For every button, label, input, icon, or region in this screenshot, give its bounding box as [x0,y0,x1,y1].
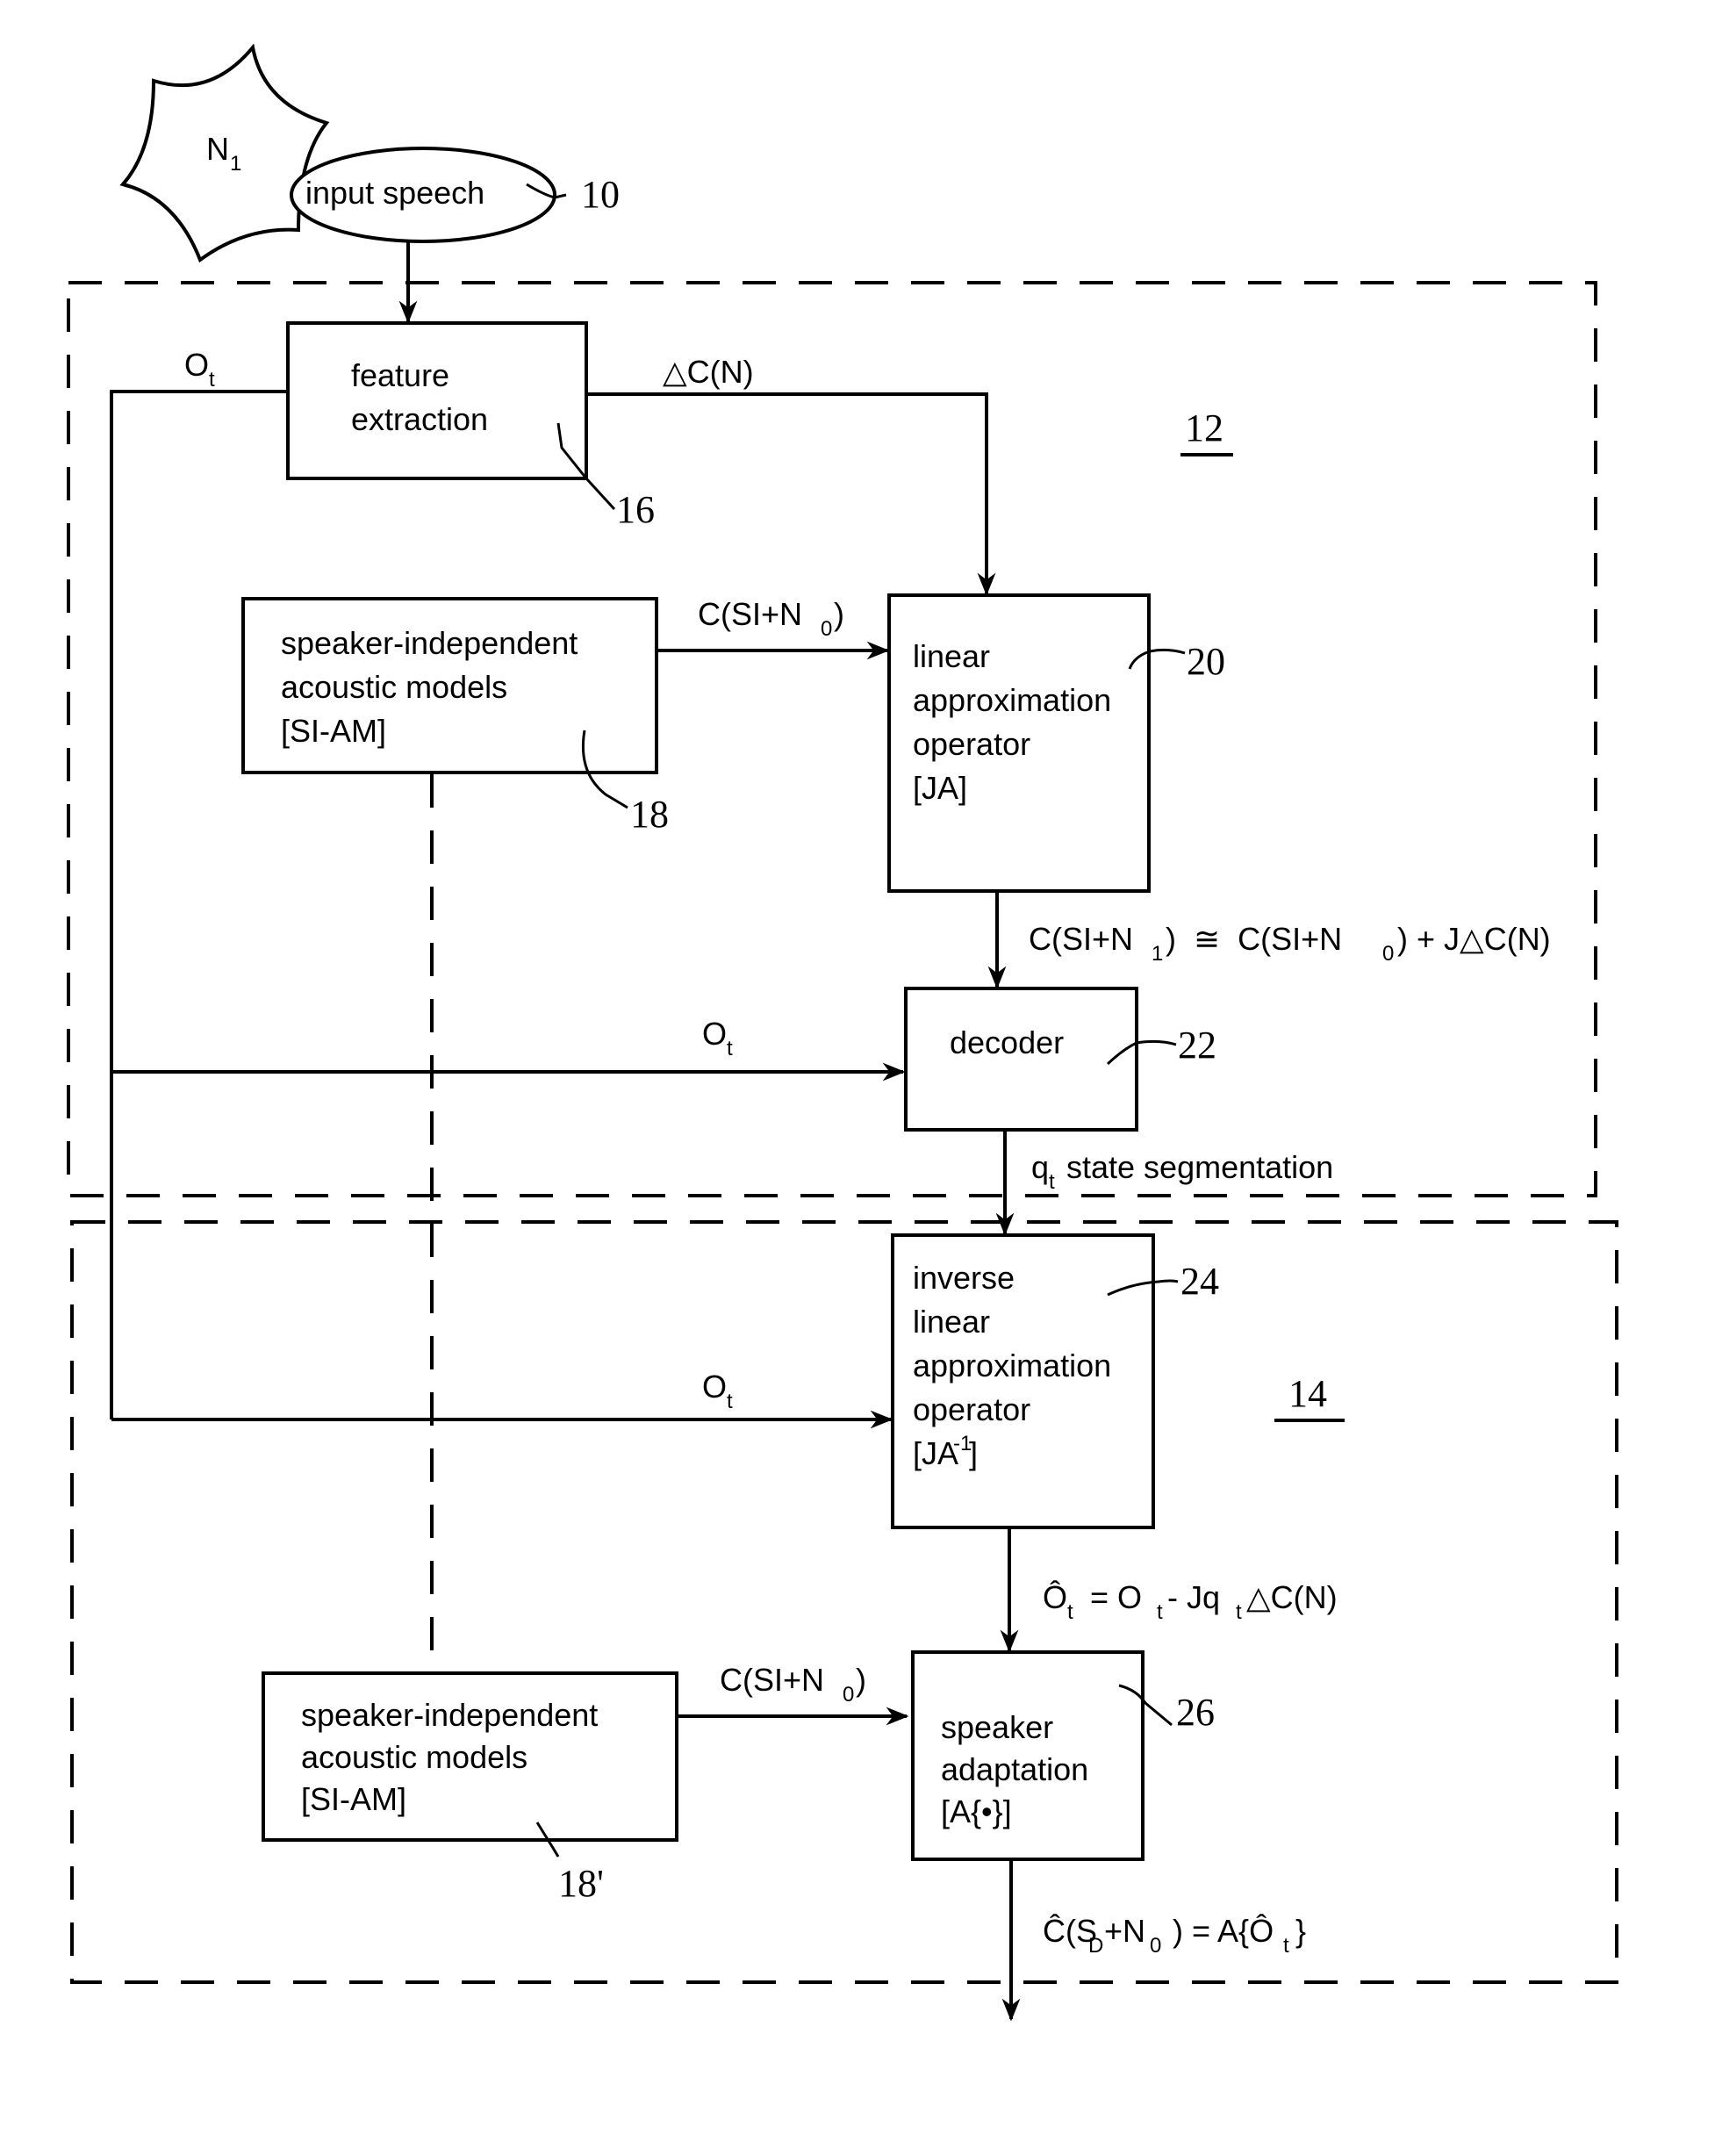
noise-label-subscript: 1 [230,152,241,176]
svg-text:q: q [1031,1149,1049,1185]
speaker-adaptation-block: speaker adaptation [A{•}] 26 [911,1650,1215,1861]
ref-20: 20 [1187,640,1225,683]
inv-line-2: linear [913,1304,990,1340]
svg-text:) = A{Ô: ) = A{Ô [1164,1913,1274,1949]
si-am-top-line-3: [SI-AM] [281,713,386,749]
svg-text:state segmentation: state segmentation [1058,1149,1333,1185]
adaptation-line-3: [A{•}] [941,1793,1012,1829]
svg-text:t: t [209,368,215,392]
adaptation-line-2: adaptation [941,1751,1088,1787]
svg-text:t: t [1283,1934,1289,1958]
decoder-block: decoder 22 [904,987,1216,1132]
ref-16: 16 [616,488,655,531]
si-am-bottom-line-3: [SI-AM] [301,1781,406,1817]
svg-text:O: O [702,1016,727,1052]
ref-18-prime: 18' [558,1862,604,1905]
svg-text:0: 0 [1382,942,1394,966]
svg-text:) ≅ C(SI+N: ) ≅ C(SI+N [1166,921,1342,957]
ref-24: 24 [1180,1260,1219,1303]
ot-top-label: O t [184,347,215,392]
ref-26: 26 [1176,1691,1215,1734]
svg-text:t: t [1049,1170,1055,1194]
ohat-equation-label: Ô t = O t - Jq t △C(N) [1043,1579,1338,1624]
c-si-n0-top-label: C(SI+N 0 ) [698,596,844,641]
delta-cn-label: △C(N) [663,354,754,390]
svg-text:0: 0 [843,1683,854,1707]
ot-decoder-label: O t [702,1016,733,1060]
inv-line-3: approximation [913,1348,1111,1383]
feature-extraction-line-2: extraction [351,401,488,437]
linear-approximation-block: linear approximation operator [JA] 20 [887,593,1225,893]
block-diagram: N 1 input speech 10 12 14 feature extrac… [67,43,1618,2022]
inv-line-5: [JA [913,1435,958,1471]
inv-line-5-close: ] [969,1435,978,1471]
svg-text:}: } [1295,1913,1306,1949]
state-segmentation-label: q t state segmentation [1031,1149,1333,1194]
svg-text:C(SI+N: C(SI+N [698,596,802,632]
group-box-14 [70,1220,1618,1984]
ja-line-4: [JA] [913,770,967,806]
input-speech-label: input speech [305,175,484,211]
svg-text:△C(N): △C(N) [1246,1579,1338,1615]
svg-text:t: t [727,1390,733,1413]
ref-10: 10 [581,173,620,216]
decoder-label: decoder [950,1024,1064,1060]
svg-text:0: 0 [1150,1934,1161,1958]
ja-line-1: linear [913,638,990,674]
svg-text:) + J△C(N): ) + J△C(N) [1397,921,1551,957]
noise-label: N [206,131,229,167]
inverse-linear-approximation-block: inverse linear approximation operator [J… [891,1233,1219,1529]
output-equation-label: Ĉ(S D +N 0 ) = A{Ô t } [1043,1913,1306,1958]
ot-inverse-label: O t [702,1369,733,1413]
feature-extraction-line-1: feature [351,357,449,393]
c-si-n1-equation-label: C(SI+N 1 ) ≅ C(SI+N 0 ) + J△C(N) [1029,921,1551,966]
adaptation-line-1: speaker [941,1709,1053,1745]
group-ref-12: 12 [1185,406,1223,449]
si-am-bottom-line-1: speaker-independent [301,1697,598,1733]
feature-extraction-block: feature extraction 16 [286,321,655,531]
ref-18: 18 [630,793,669,836]
svg-text:O: O [184,347,209,383]
svg-text:+N: +N [1104,1913,1145,1949]
svg-text:1: 1 [1152,942,1163,966]
si-am-bottom-line-2: acoustic models [301,1739,527,1775]
svg-text:t: t [1067,1600,1073,1624]
svg-text:): ) [834,596,844,632]
svg-text:t: t [1236,1600,1242,1624]
si-am-bottom-block: speaker-independent acoustic models [SI-… [262,1671,678,1905]
svg-text:= O: = O [1081,1579,1142,1615]
svg-text:): ) [856,1662,866,1698]
svg-text:Ô: Ô [1043,1579,1067,1615]
svg-text:C(SI+N: C(SI+N [1029,921,1133,957]
svg-text:- Jq: - Jq [1167,1579,1220,1615]
svg-text:O: O [702,1369,727,1405]
input-speech-node: input speech 10 [290,147,620,243]
svg-text:0: 0 [821,617,832,641]
si-am-top-line-1: speaker-independent [281,625,578,661]
si-am-top-line-2: acoustic models [281,669,507,705]
ref-22: 22 [1178,1024,1216,1067]
svg-text:t: t [1157,1600,1163,1624]
noise-source-star: N 1 [119,43,330,263]
svg-text:D: D [1088,1934,1103,1958]
inv-line-4: operator [913,1391,1030,1427]
ja-line-3: operator [913,726,1030,762]
ot-bus-line [110,390,286,1419]
inv-line-1: inverse [913,1260,1015,1296]
c-si-n0-bottom-label: C(SI+N 0 ) [720,1662,866,1707]
svg-text:C(SI+N: C(SI+N [720,1662,824,1698]
group-ref-14: 14 [1288,1372,1327,1415]
si-am-top-block: speaker-independent acoustic models [SI-… [241,597,669,836]
ja-line-2: approximation [913,682,1111,718]
svg-text:t: t [727,1037,733,1060]
